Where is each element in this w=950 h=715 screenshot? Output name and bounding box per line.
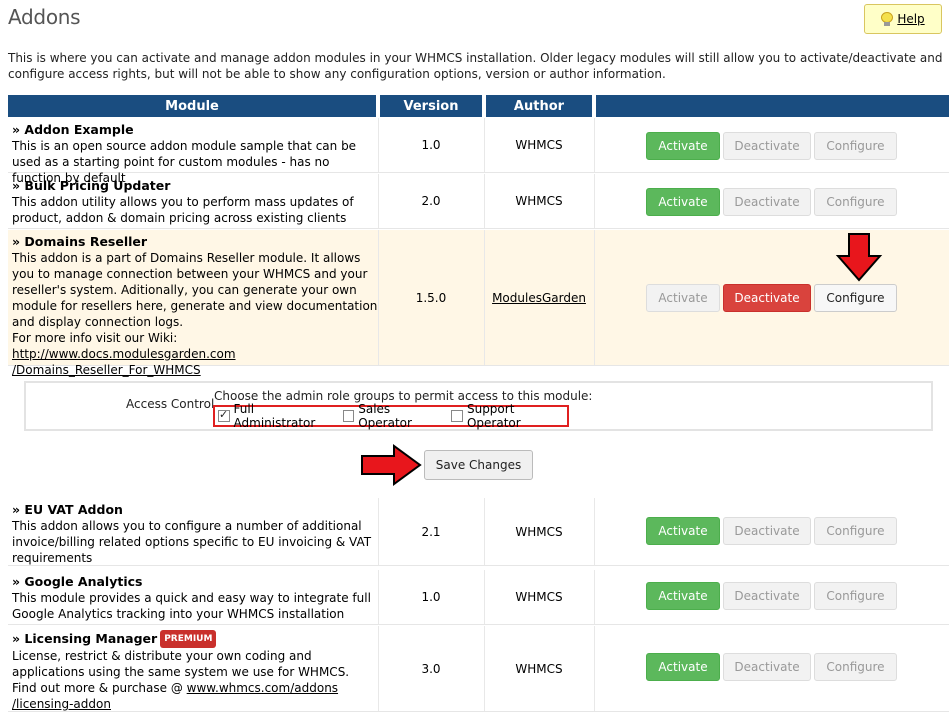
activate-button[interactable]: Activate [646, 582, 720, 610]
header-version: Version [380, 95, 482, 117]
role-label: Sales Operator [358, 402, 412, 430]
header-actions [596, 95, 949, 117]
deactivate-button[interactable]: Deactivate [723, 132, 811, 160]
role-label: Full Administrator [233, 402, 316, 430]
module-name: » Google Analytics [12, 574, 143, 589]
module-version: 1.5.0 [415, 290, 447, 305]
more-info-prefix: For more info visit our Wiki: [12, 331, 178, 345]
header-author: Author [486, 95, 592, 117]
role-option-full-admin[interactable]: Full Administrator [218, 402, 335, 430]
intro-text: This is where you can activate and manag… [8, 51, 943, 81]
module-more-info: Find out more & purchase @ www.whmcs.com… [12, 680, 378, 696]
configure-button[interactable]: Configure [814, 517, 897, 545]
help-button[interactable]: Help [864, 4, 942, 34]
module-author: WHMCS [515, 194, 563, 208]
module-name: » Domains Reseller [12, 234, 148, 249]
activate-button[interactable]: Activate [646, 284, 720, 312]
access-control-label: Access Control [126, 397, 215, 411]
role-groups: Full Administrator Sales Operator Suppor… [213, 402, 569, 430]
module-version: 3.0 [421, 661, 441, 676]
module-description: » Google Analytics This module provides … [12, 574, 378, 622]
module-name-text: » Licensing Manager [12, 631, 158, 646]
module-desc-text: This addon is a part of Domains Reseller… [12, 251, 378, 329]
configure-button[interactable]: Configure [814, 653, 897, 681]
configure-button[interactable]: Configure [814, 284, 897, 312]
deactivate-button[interactable]: Deactivate [723, 188, 811, 216]
lightbulb-icon [881, 12, 894, 26]
module-name: » Addon Example [12, 122, 134, 137]
module-desc-text: License, restrict & distribute your own … [12, 649, 350, 679]
table-row: » EU VAT Addon This addon allows you to … [8, 498, 949, 566]
deactivate-button[interactable]: Deactivate [723, 653, 811, 681]
table-header: Module Version Author [8, 95, 949, 117]
module-description: » EU VAT Addon This addon allows you to … [12, 502, 378, 566]
module-version: 2.1 [421, 524, 441, 539]
purchase-link[interactable]: www.whmcs.com/addons [187, 681, 338, 695]
module-name: » Licensing Manager PREMIUM [12, 630, 378, 648]
table-row: » Licensing Manager PREMIUM License, rest… [8, 626, 949, 712]
access-control-desc: Choose the admin role groups to permit a… [214, 389, 593, 403]
module-author: WHMCS [515, 661, 563, 676]
arrow-right-icon [361, 444, 422, 486]
help-label: Help [897, 12, 925, 26]
table-row: » Bulk Pricing Updater This addon utilit… [8, 174, 949, 229]
module-name: » EU VAT Addon [12, 502, 123, 517]
premium-badge: PREMIUM [160, 630, 217, 648]
deactivate-button[interactable]: Deactivate [723, 284, 811, 312]
module-name: » Bulk Pricing Updater [12, 178, 171, 193]
table-row-selected: » Domains Reseller This addon is a part … [8, 230, 949, 377]
configure-button[interactable]: Configure [814, 132, 897, 160]
header-module: Module [8, 95, 376, 117]
checkbox-full-administrator[interactable] [218, 408, 230, 422]
module-version: 1.0 [421, 590, 441, 604]
configure-button[interactable]: Configure [814, 582, 897, 610]
activate-button[interactable]: Activate [646, 188, 720, 216]
module-desc-text: This addon utility allows you to perform… [12, 195, 354, 225]
module-author: ModulesGarden [486, 230, 592, 365]
module-author: WHMCS [515, 524, 563, 539]
activate-button[interactable]: Activate [646, 653, 720, 681]
module-desc-text: This addon allows you to configure a num… [12, 519, 372, 565]
page-title: Addons [8, 5, 81, 29]
module-desc-text: This module provides a quick and easy wa… [12, 591, 371, 621]
deactivate-button[interactable]: Deactivate [723, 582, 811, 610]
module-description: » Domains Reseller This addon is a part … [12, 234, 378, 378]
wiki-link-cont[interactable]: /Domains_Reseller_For_WHMCS [12, 363, 201, 377]
module-description: » Licensing Manager PREMIUM License, rest… [12, 630, 378, 712]
module-author: WHMCS [515, 138, 563, 152]
activate-button[interactable]: Activate [646, 132, 720, 160]
purchase-link-cont[interactable]: /licensing-addon [12, 697, 111, 711]
module-version: 2.0 [421, 194, 441, 208]
save-changes-button[interactable]: Save Changes [424, 450, 533, 480]
checkbox-sales-operator[interactable] [342, 410, 355, 422]
module-more-info: For more info visit our Wiki: http://www… [12, 330, 378, 362]
configure-button[interactable]: Configure [814, 188, 897, 216]
role-option-sales[interactable]: Sales Operator [342, 402, 444, 430]
module-description: » Bulk Pricing Updater This addon utilit… [12, 178, 378, 226]
access-control-panel: Access Control Choose the admin role gro… [24, 381, 933, 431]
wiki-link[interactable]: http://www.docs.modulesgarden.com [12, 347, 236, 361]
arrow-down-icon [835, 233, 883, 282]
module-version: 1.0 [421, 138, 441, 152]
checkbox-support-operator[interactable] [451, 410, 463, 422]
activate-button[interactable]: Activate [646, 517, 720, 545]
module-author: WHMCS [515, 590, 563, 604]
more-info-prefix: Find out more & purchase @ [12, 681, 187, 695]
role-label: Support Operator [466, 402, 521, 430]
table-row: » Addon Example This is an open source a… [8, 118, 949, 185]
deactivate-button[interactable]: Deactivate [723, 517, 811, 545]
author-link[interactable]: ModulesGarden [492, 291, 586, 305]
table-row: » Google Analytics This module provides … [8, 570, 949, 625]
role-option-support[interactable]: Support Operator [451, 402, 567, 430]
